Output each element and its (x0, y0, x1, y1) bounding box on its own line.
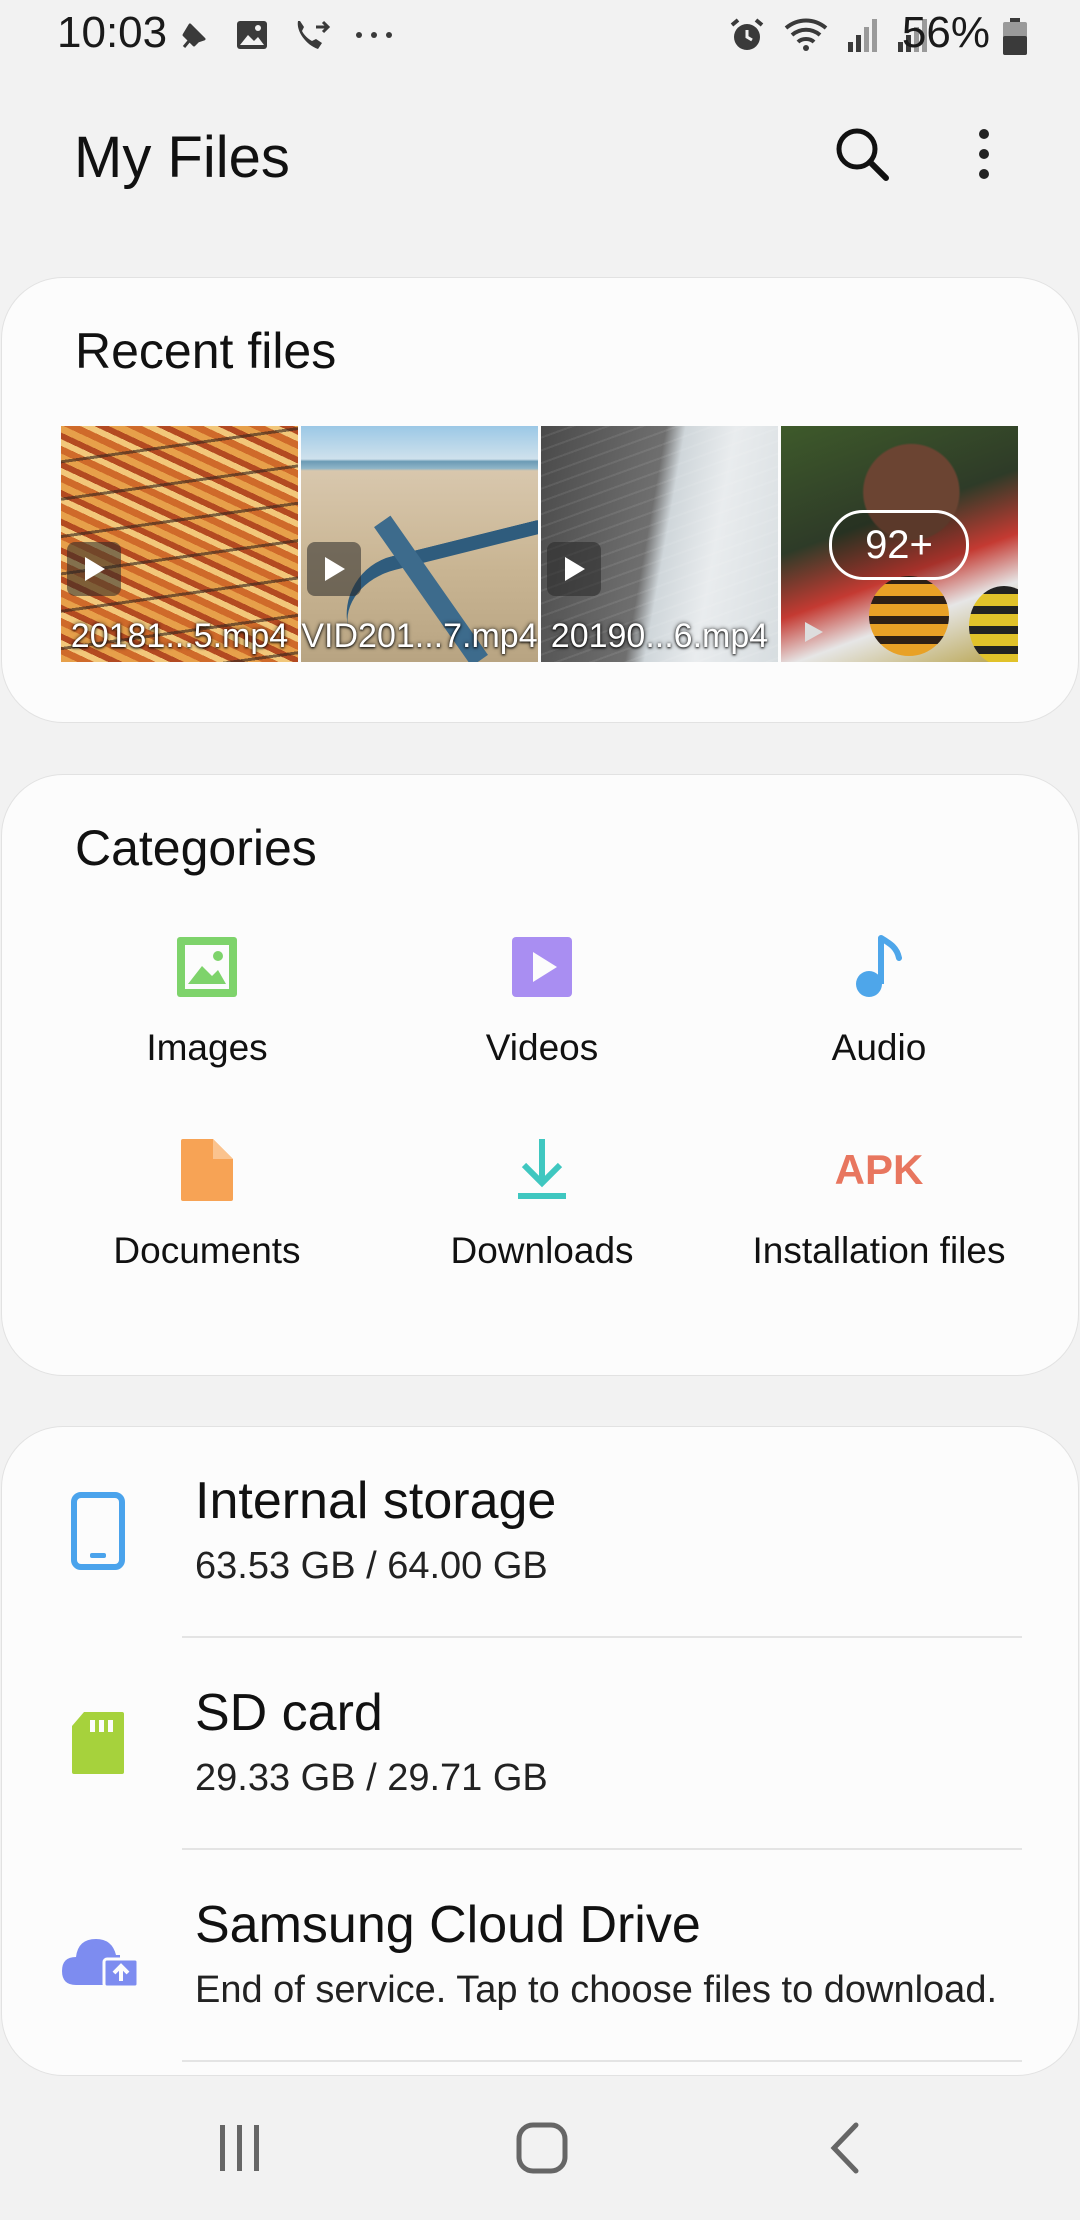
more-options-button[interactable] (952, 120, 1016, 192)
category-installation-files[interactable]: APK Installation files (729, 1138, 1029, 1318)
status-bar: 10:03 56% (0, 0, 1080, 76)
cloud-upload-icon (58, 1919, 142, 1999)
battery-percent: 56% (901, 8, 990, 57)
recent-files-title: Recent files (75, 323, 337, 379)
status-left-icons (176, 14, 394, 60)
wifi-icon (782, 16, 830, 59)
navigation-bar (0, 2080, 1080, 2220)
sd-card-icon (62, 1703, 134, 1783)
image-icon (175, 935, 239, 999)
storage-detail: End of service. Tap to choose files to d… (195, 1969, 998, 2011)
storage-card: Internal storage 63.53 GB / 64.00 GB SD … (1, 1426, 1079, 2076)
storage-title: Internal storage (195, 1472, 557, 1530)
category-label: Installation files (752, 1230, 1006, 1271)
video-icon (510, 935, 574, 999)
status-right-icons (728, 14, 930, 60)
categories-title: Categories (75, 820, 317, 876)
status-time: 10:03 (57, 8, 168, 57)
back-button[interactable] (795, 2110, 895, 2190)
categories-card: Categories Images Videos Audio Documents… (1, 774, 1079, 1376)
play-icon (547, 542, 601, 596)
apk-icon-text: APK (834, 1146, 924, 1193)
storage-sd-card[interactable]: SD card 29.33 GB / 29.71 GB (2, 1639, 1080, 1851)
page-title: My Files (74, 125, 290, 190)
home-icon (515, 2121, 569, 2180)
more-dots-icon (354, 28, 394, 46)
category-label: Videos (485, 1027, 599, 1068)
storage-title: Samsung Cloud Drive (195, 1896, 701, 1954)
category-label: Downloads (450, 1230, 634, 1271)
play-icon (803, 620, 825, 649)
home-button[interactable] (492, 2110, 592, 2190)
storage-samsung-cloud-drive[interactable]: Samsung Cloud Drive End of service. Tap … (2, 1851, 1080, 2063)
divider (182, 2060, 1022, 2062)
call-forward-icon (292, 17, 332, 58)
pin-icon (176, 17, 212, 58)
category-label: Audio (831, 1027, 927, 1068)
alarm-icon (728, 16, 766, 59)
storage-internal[interactable]: Internal storage 63.53 GB / 64.00 GB (2, 1427, 1080, 1639)
storage-detail: 63.53 GB / 64.00 GB (195, 1545, 548, 1587)
category-audio[interactable]: Audio (729, 935, 1029, 1115)
category-images[interactable]: Images (57, 935, 357, 1115)
image-icon (234, 17, 270, 58)
music-note-icon (847, 935, 911, 999)
play-icon (307, 542, 361, 596)
recent-file-name: VID201...7.mp4 (301, 617, 538, 655)
recent-file-thumbnail[interactable]: 20190...6.mp4 (541, 426, 778, 662)
more-count-badge: 92+ (829, 510, 969, 580)
screen: 10:03 56% My Files Recent files 20181...… (0, 0, 1080, 2220)
storage-detail: 29.33 GB / 29.71 GB (195, 1757, 548, 1799)
divider (182, 1848, 1022, 1850)
recent-file-name: 20190...6.mp4 (550, 617, 769, 655)
recent-file-thumbnail[interactable]: 20181...5.mp4 (61, 426, 298, 662)
category-documents[interactable]: Documents (57, 1138, 357, 1318)
category-label: Images (146, 1027, 268, 1068)
play-icon (67, 542, 121, 596)
download-icon (510, 1138, 574, 1202)
divider (182, 1636, 1022, 1638)
recents-button[interactable] (190, 2110, 290, 2190)
document-icon (175, 1138, 239, 1202)
recent-file-name: 20181...5.mp4 (70, 617, 289, 655)
app-bar: My Files (0, 100, 1080, 212)
category-downloads[interactable]: Downloads (392, 1138, 692, 1318)
recent-files-card: Recent files 20181...5.mp4 VID201...7.mp… (1, 277, 1079, 723)
more-options-icon (977, 128, 991, 185)
apk-icon: APK (819, 1138, 939, 1202)
more-recent-files-button[interactable]: 92+ (781, 426, 1018, 662)
category-videos[interactable]: Videos (392, 935, 692, 1115)
recents-icon (216, 2123, 264, 2178)
signal-icon (846, 16, 880, 59)
storage-title: SD card (195, 1684, 383, 1742)
back-icon (828, 2121, 862, 2180)
phone-icon (62, 1491, 134, 1571)
search-button[interactable] (826, 120, 898, 192)
recent-files-list: 20181...5.mp4 VID201...7.mp4 20190...6.m… (61, 426, 1021, 662)
recent-file-thumbnail[interactable]: VID201...7.mp4 (301, 426, 538, 662)
search-icon (833, 125, 891, 188)
battery-icon (1002, 18, 1028, 61)
category-label: Documents (113, 1230, 301, 1271)
